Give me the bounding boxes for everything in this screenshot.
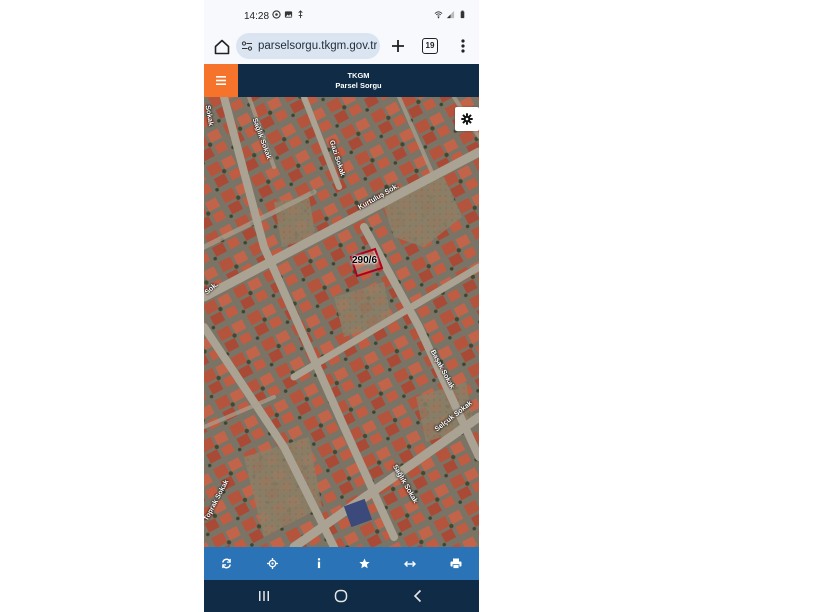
gallery-icon: [284, 11, 293, 18]
browser-home-icon[interactable]: [212, 37, 232, 57]
site-settings-icon[interactable]: [241, 40, 253, 52]
new-tab-icon[interactable]: [388, 36, 408, 56]
status-time: 14:28: [244, 11, 270, 22]
print-button[interactable]: [445, 553, 467, 575]
recent-apps-icon[interactable]: [256, 588, 272, 604]
browser-toolbar: parselsorgu.tkgm.gov.tr 19: [204, 30, 479, 64]
app-title: TKGM Parsel Sorgu: [238, 71, 479, 91]
favorite-button[interactable]: [353, 553, 375, 575]
print-icon: [450, 558, 462, 569]
address-bar[interactable]: parselsorgu.tkgm.gov.tr: [236, 33, 380, 59]
hamburger-icon: [216, 76, 226, 85]
locate-icon: [267, 558, 279, 569]
map-toolbar: [204, 547, 479, 580]
app-title-line2: Parsel Sorgu: [335, 81, 382, 90]
address-bar-url: parselsorgu.tkgm.gov.tr: [258, 40, 378, 52]
refresh-button[interactable]: [216, 553, 238, 575]
wifi-icon: [434, 11, 443, 19]
star-icon: [359, 558, 370, 569]
gear-icon: [461, 113, 473, 125]
browser-menu-icon[interactable]: [456, 36, 470, 56]
locate-button[interactable]: [262, 553, 284, 575]
info-button[interactable]: [308, 553, 330, 575]
satellite-map[interactable]: Sağlık Sokak Gazi Sokak Kurtuluş Sok. Ba…: [204, 97, 479, 547]
app-header: TKGM Parsel Sorgu: [204, 64, 479, 97]
measure-icon: [404, 560, 417, 567]
system-nav-bar: [204, 580, 479, 612]
usb-icon: [298, 10, 303, 19]
info-icon: [317, 558, 320, 569]
signal-icon: [446, 10, 455, 19]
map-settings-button[interactable]: [455, 107, 479, 131]
tab-switcher-button[interactable]: 19: [422, 38, 438, 54]
refresh-icon: [222, 558, 232, 569]
home-icon[interactable]: [333, 588, 349, 604]
status-bar: 14:28: [204, 0, 479, 30]
app-title-line1: TKGM: [347, 71, 370, 80]
phone-screen: 14:28 parselsorgu.tkgm.gov.tr 19 TKGM Pa…: [204, 0, 479, 612]
back-icon[interactable]: [410, 588, 426, 604]
battery-icon: [460, 10, 465, 19]
parcel-number-label[interactable]: 290/6: [352, 255, 377, 266]
measure-button[interactable]: [399, 553, 421, 575]
hamburger-menu-button[interactable]: [204, 64, 238, 97]
whatsapp-icon: [272, 10, 281, 19]
